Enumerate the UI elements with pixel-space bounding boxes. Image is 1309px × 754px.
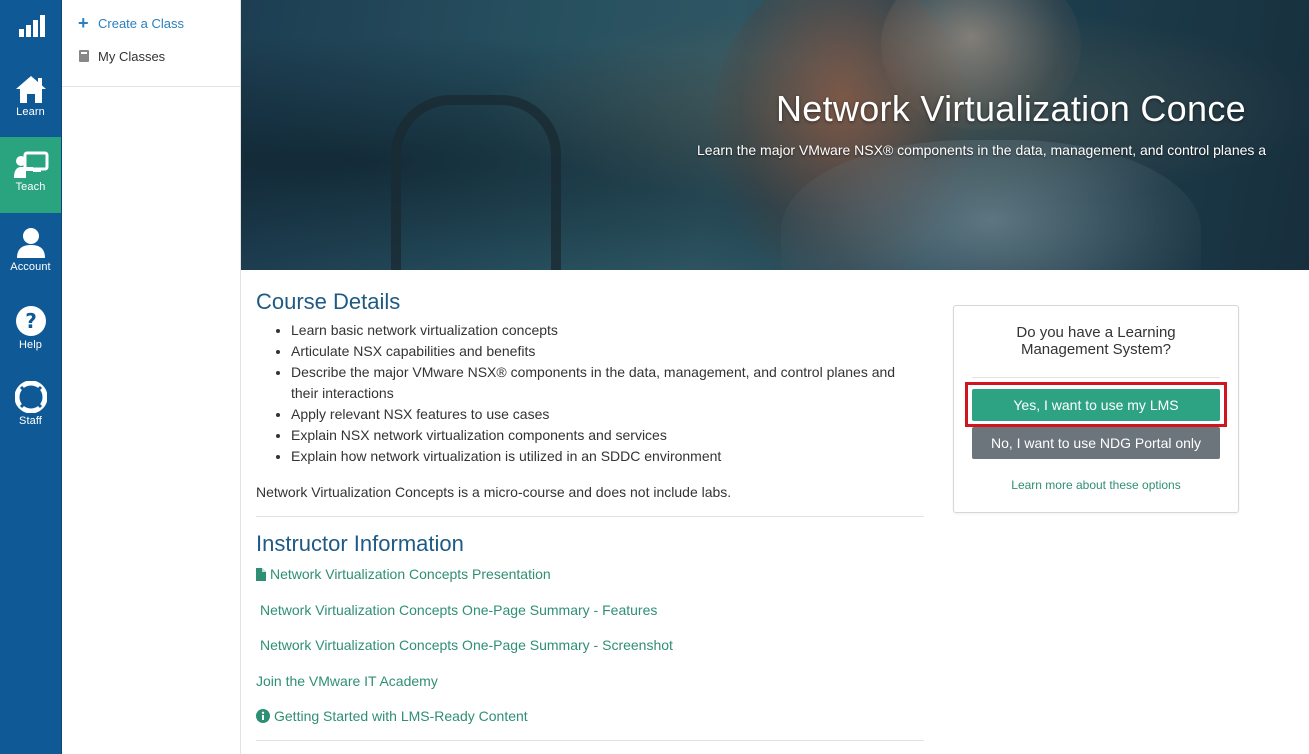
section-divider bbox=[256, 516, 924, 517]
create-class-link[interactable]: + Create a Class bbox=[62, 12, 240, 34]
file-icon bbox=[256, 567, 266, 581]
my-classes-label: My Classes bbox=[98, 48, 166, 64]
book-icon bbox=[78, 49, 98, 63]
course-main-content: Course Details Learn basic network virtu… bbox=[256, 286, 924, 741]
rail-item-account[interactable]: Account bbox=[0, 227, 61, 277]
rail-label-teach: Teach bbox=[15, 181, 46, 193]
learn-more-options-link[interactable]: Learn more about these options bbox=[954, 478, 1238, 492]
rail-label-learn: Learn bbox=[16, 106, 45, 118]
svg-text:?: ? bbox=[25, 309, 37, 333]
course-hero-banner: Network Virtualization Conce Learn the m… bbox=[241, 0, 1309, 270]
presentation-link[interactable]: Network Virtualization Concepts Presenta… bbox=[256, 564, 924, 584]
list-item: Apply relevant NSX features to use cases bbox=[291, 404, 924, 425]
create-class-label: Create a Class bbox=[98, 15, 184, 31]
course-title: Network Virtualization Conce bbox=[776, 88, 1246, 129]
rail-item-staff[interactable]: Staff bbox=[0, 381, 61, 431]
getting-started-label: Getting Started with LMS-Ready Content bbox=[274, 708, 528, 724]
course-details-list: Learn basic network virtualization conce… bbox=[291, 320, 924, 467]
hero-photo-chair bbox=[391, 95, 561, 270]
main-nav-rail: Learn Teach Account ? Help Staff bbox=[0, 0, 62, 754]
course-note: Network Virtualization Concepts is a mic… bbox=[256, 484, 732, 500]
lms-choice-card: Do you have a Learning Management System… bbox=[953, 305, 1239, 513]
presentation-link-label: Network Virtualization Concepts Presenta… bbox=[270, 566, 551, 582]
rail-item-signal[interactable] bbox=[0, 14, 61, 48]
rail-label-help: Help bbox=[18, 339, 43, 351]
list-item: Learn basic network virtualization conce… bbox=[291, 320, 924, 341]
use-ndg-portal-button[interactable]: No, I want to use NDG Portal only bbox=[972, 427, 1220, 459]
card-divider bbox=[972, 377, 1220, 378]
plus-icon: + bbox=[78, 13, 89, 33]
rail-item-learn[interactable]: Learn bbox=[0, 74, 61, 132]
summary-features-link[interactable]: Network Virtualization Concepts One-Page… bbox=[256, 600, 924, 620]
summary-screenshot-link[interactable]: Network Virtualization Concepts One-Page… bbox=[256, 635, 924, 655]
subnav-links: + Create a Class My Classes bbox=[62, 0, 240, 87]
rail-item-teach[interactable]: Teach bbox=[0, 137, 61, 213]
use-my-lms-button[interactable]: Yes, I want to use my LMS bbox=[972, 389, 1220, 421]
list-item: Articulate NSX capabilities and benefits bbox=[291, 341, 924, 362]
teach-board-icon bbox=[13, 151, 48, 178]
getting-started-link[interactable]: Getting Started with LMS-Ready Content bbox=[256, 706, 924, 726]
user-icon bbox=[16, 228, 45, 258]
lms-question: Do you have a Learning Management System… bbox=[1016, 324, 1176, 358]
course-subtitle: Learn the major VMware NSX® components i… bbox=[697, 142, 1267, 158]
course-details-heading: Course Details bbox=[256, 289, 401, 314]
signal-bars-icon bbox=[18, 15, 45, 37]
life-ring-icon bbox=[14, 381, 47, 413]
instructor-info-heading: Instructor Information bbox=[256, 531, 464, 556]
info-circle-icon bbox=[256, 709, 270, 723]
summary-screenshot-label: Network Virtualization Concepts One-Page… bbox=[260, 637, 673, 653]
rail-label-staff: Staff bbox=[19, 415, 42, 427]
join-academy-label: Join the VMware IT Academy bbox=[256, 673, 438, 689]
home-icon bbox=[15, 76, 46, 103]
rail-item-help[interactable]: ? Help bbox=[0, 305, 61, 355]
question-circle-icon: ? bbox=[15, 306, 46, 336]
instructor-links: Network Virtualization Concepts Presenta… bbox=[256, 564, 924, 726]
list-item: Explain how network virtualization is ut… bbox=[291, 446, 924, 467]
list-item: Describe the major VMware NSX® component… bbox=[291, 362, 924, 404]
list-item: Explain NSX network virtualization compo… bbox=[291, 425, 924, 446]
teach-subnav: + Create a Class My Classes bbox=[62, 0, 241, 754]
my-classes-link[interactable]: My Classes bbox=[62, 45, 240, 67]
join-academy-link[interactable]: Join the VMware IT Academy bbox=[256, 671, 924, 691]
summary-features-label: Network Virtualization Concepts One-Page… bbox=[260, 602, 658, 618]
rail-label-account: Account bbox=[10, 261, 51, 273]
section-divider bbox=[256, 740, 924, 741]
